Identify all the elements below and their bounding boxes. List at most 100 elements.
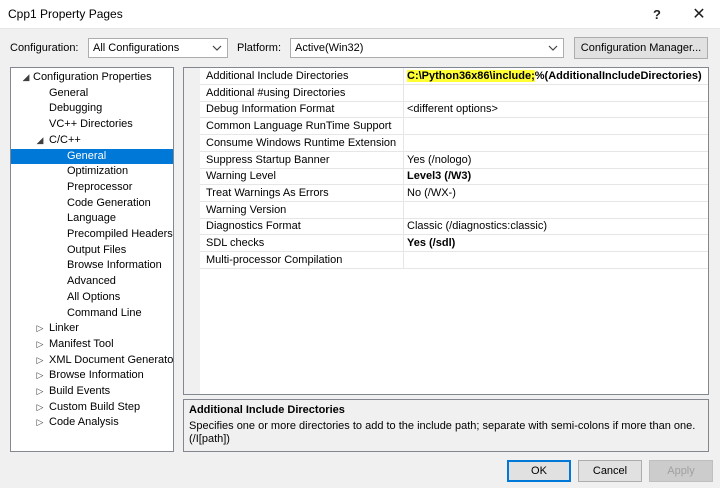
description-panel: Additional Include Directories Specifies… — [183, 399, 709, 452]
expand-arrow-icon[interactable]: ▷ — [35, 337, 45, 352]
expand-arrow-icon[interactable]: ▷ — [35, 353, 45, 368]
ok-button[interactable]: OK — [507, 460, 571, 482]
column-divider — [403, 218, 404, 235]
property-row[interactable]: Additional Include Directories C:\Python3… — [200, 68, 708, 85]
tree-item[interactable]: Preprocessor — [11, 180, 173, 195]
expand-arrow-icon[interactable]: ▷ — [35, 368, 45, 383]
tree-item[interactable]: ◢ C/C++ — [11, 133, 173, 148]
configuration-dropdown[interactable]: All Configurations — [88, 38, 228, 58]
tree-item[interactable]: ▷ Linker — [11, 321, 173, 336]
collapse-arrow-icon[interactable]: ◢ — [21, 70, 31, 85]
property-name: SDL checks — [206, 237, 265, 249]
property-row[interactable]: Warning Level Level3 (/W3) — [200, 168, 708, 186]
column-divider — [403, 84, 404, 101]
column-divider — [403, 251, 404, 268]
tree-item[interactable]: Precompiled Headers — [11, 227, 173, 242]
property-row[interactable]: Treat Warnings As Errors No (/WX-) — [200, 184, 708, 202]
expand-arrow-icon[interactable]: ▷ — [35, 415, 45, 430]
property-name: Diagnostics Format — [206, 220, 301, 233]
property-grid[interactable]: Additional Include Directories C:\Python3… — [183, 67, 709, 395]
configuration-bar: Configuration: All Configurations Platfo… — [0, 37, 720, 60]
tree-item-label: Output Files — [67, 243, 127, 256]
tree-item[interactable]: Debugging — [11, 101, 173, 116]
tree-item[interactable]: ▷ XML Document Generator — [11, 353, 173, 368]
tree-item-label: Optimization — [67, 165, 129, 178]
tree-item[interactable]: Advanced — [11, 274, 173, 289]
property-row[interactable]: Diagnostics Format Classic (/diagnostics:… — [200, 218, 708, 236]
tree-item[interactable]: ▷ Browse Information — [11, 368, 173, 383]
property-value-text: Classic (/diagnostics:classic) — [407, 220, 547, 233]
tree-item[interactable]: ▷ Code Analysis — [11, 415, 173, 430]
property-name: Additional #using Directories — [206, 86, 346, 99]
tree-item[interactable]: VC++ Directories — [11, 117, 173, 132]
column-divider — [403, 118, 404, 135]
property-value[interactable]: Level3 (/W3) — [407, 170, 471, 182]
property-value[interactable]: Yes (/nologo) — [407, 154, 471, 166]
tree-item[interactable]: ◢ Configuration Properties — [11, 70, 173, 85]
tree-item[interactable]: Code Generation — [11, 196, 173, 211]
column-divider — [403, 134, 404, 151]
property-row[interactable]: Warning Version — [200, 201, 708, 219]
configuration-value: All Configurations — [93, 42, 180, 54]
tree-item-label: Code Analysis — [49, 416, 119, 429]
apply-button[interactable]: Apply — [649, 460, 713, 482]
expand-arrow-icon[interactable]: ▷ — [35, 321, 45, 336]
tree-item[interactable]: General — [11, 86, 173, 101]
description-title: Additional Include Directories — [189, 404, 345, 416]
chevron-down-icon — [211, 41, 223, 55]
column-divider — [403, 168, 404, 185]
tree-item[interactable]: ▷ Build Events — [11, 384, 173, 399]
tree-item[interactable]: Browse Information — [11, 258, 173, 273]
tree-item-label: VC++ Directories — [49, 118, 133, 131]
property-value[interactable]: C:\Python36x86\include;%(AdditionalInclu… — [407, 70, 702, 82]
tree-item[interactable]: ▷ Manifest Tool — [11, 337, 173, 352]
property-row[interactable]: Consume Windows Runtime Extension — [200, 134, 708, 152]
property-value[interactable]: Yes (/sdl) — [407, 237, 455, 249]
property-row[interactable]: Common Language RunTime Support — [200, 118, 708, 136]
tree-item-label: Code Generation — [67, 196, 151, 209]
property-value[interactable]: No (/WX-) — [407, 187, 456, 199]
property-value[interactable]: <different options> — [407, 103, 498, 115]
property-row[interactable]: Multi-processor Compilation — [200, 251, 708, 269]
tree-item-label: Debugging — [49, 102, 103, 115]
grid-gutter — [184, 68, 200, 394]
property-tree[interactable]: ◢ Configuration Properties General Debuggin… — [10, 67, 174, 452]
platform-dropdown[interactable]: Active(Win32) — [290, 38, 564, 58]
close-button[interactable]: ✕ — [682, 0, 716, 28]
property-row[interactable]: SDL checks Yes (/sdl) — [200, 235, 708, 252]
configuration-manager-button[interactable]: Configuration Manager... — [574, 37, 708, 59]
tree-item-label: Precompiled Headers — [67, 228, 173, 240]
property-value[interactable]: Classic (/diagnostics:classic) — [407, 220, 547, 232]
tree-item[interactable]: All Options — [11, 290, 173, 305]
property-name: Treat Warnings As Errors — [206, 186, 329, 199]
window-title: Cpp1 Property Pages — [8, 7, 123, 21]
tree-item[interactable]: Optimization — [11, 164, 173, 179]
expand-arrow-icon[interactable]: ▷ — [35, 384, 45, 399]
tree-item[interactable]: Command Line — [11, 306, 173, 321]
property-row[interactable]: Additional #using Directories — [200, 84, 708, 102]
tree-item[interactable]: ▷ Custom Build Step — [11, 400, 173, 415]
expand-arrow-icon[interactable]: ▷ — [35, 400, 45, 415]
tree-item-label: C/C++ — [49, 133, 81, 146]
tree-item-label: XML Document Generator — [49, 353, 174, 366]
column-divider — [403, 235, 404, 251]
column-divider — [403, 201, 404, 218]
property-value-text: %(AdditionalIncludeDirectories) — [534, 70, 702, 82]
property-name: Additional Include Directories — [206, 70, 349, 82]
tree-item[interactable]: General — [11, 148, 173, 164]
tree-item[interactable]: Language — [11, 211, 173, 226]
tree-item[interactable]: Output Files — [11, 243, 173, 258]
tree-item-label: Language — [67, 212, 116, 225]
column-divider — [403, 151, 404, 168]
platform-value: Active(Win32) — [295, 42, 364, 54]
tree-item-label: All Options — [67, 290, 121, 303]
column-divider — [403, 68, 404, 84]
property-value-text: Yes (/nologo) — [407, 153, 472, 166]
cancel-button[interactable]: Cancel — [578, 460, 642, 482]
collapse-arrow-icon[interactable]: ◢ — [35, 133, 45, 148]
help-button[interactable]: ? — [640, 0, 674, 28]
property-value-text: No (/WX-) — [407, 186, 456, 199]
tree-item-label: Browse Information — [49, 369, 144, 382]
property-row[interactable]: Suppress Startup Banner Yes (/nologo) — [200, 151, 708, 169]
property-row[interactable]: Debug Information Format <different optio… — [200, 101, 708, 119]
